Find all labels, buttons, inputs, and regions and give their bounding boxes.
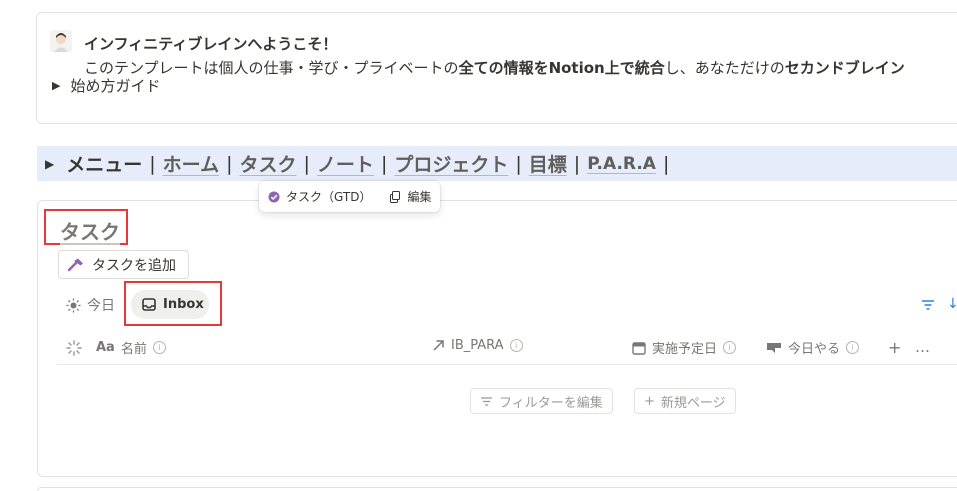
new-page-label: 新規ページ xyxy=(660,395,726,411)
plus-icon: + xyxy=(644,393,655,409)
column-header-scheduled-date[interactable]: 実施予定日 i xyxy=(632,338,737,357)
view-tab-today-label: 今日 xyxy=(87,298,115,314)
add-column-plus-icon: + xyxy=(888,338,902,357)
add-column-button[interactable]: + xyxy=(888,338,901,357)
menu-separator: | xyxy=(303,152,310,175)
filter-icon xyxy=(481,396,492,406)
next-block-edge xyxy=(37,487,957,491)
view-tab-inbox-label: Inbox xyxy=(163,297,204,312)
tooltip-edit-button[interactable]: 編集 xyxy=(407,188,431,205)
column-header-do-today[interactable]: 今日やる i xyxy=(766,338,860,357)
sort-icon[interactable]: ↓ xyxy=(947,296,957,312)
menu-link-notes[interactable]: ノート xyxy=(317,150,374,177)
menu-bar: ▶ メニュー | ホーム | タスク | ノート | プロジェクト | 目標 |… xyxy=(37,146,957,181)
gtd-check-icon xyxy=(268,191,280,202)
column-label-ib-para: IB_PARA xyxy=(451,338,504,353)
menu-separator: | xyxy=(573,152,581,175)
callout-body-text-2: し、あなただけの xyxy=(664,59,785,77)
menu-separator: | xyxy=(662,152,670,175)
filter-icon[interactable] xyxy=(921,298,935,312)
view-tab-today[interactable]: 今日 xyxy=(66,295,115,315)
menu-toggle-arrow-icon[interactable]: ▶ xyxy=(45,157,54,171)
welcome-callout: インフィニティブレインへようこそ！ このテンプレートは個人の仕事・学び・プライベ… xyxy=(36,12,957,124)
info-icon: i xyxy=(509,339,523,352)
guide-toggle[interactable]: ▶ 始め方ガイド xyxy=(52,75,160,96)
rollup-icon xyxy=(767,342,781,353)
table-header-divider xyxy=(57,364,957,365)
add-task-button[interactable]: タスクを追加 xyxy=(58,250,189,279)
callout-title: インフィニティブレインへようこそ！ xyxy=(84,35,338,53)
menu-separator: | xyxy=(515,152,522,175)
sun-icon xyxy=(66,298,81,312)
copy-icon xyxy=(390,190,401,203)
menu-link-goals[interactable]: 目標 xyxy=(529,150,567,177)
edit-filter-button[interactable]: フィルターを編集 xyxy=(470,388,613,414)
info-icon: i xyxy=(723,341,737,354)
column-header-ib-para[interactable]: IB_PARA i xyxy=(432,338,523,353)
menu-link-projects[interactable]: プロジェクト xyxy=(394,150,508,177)
menu-link-home[interactable]: ホーム xyxy=(163,150,219,177)
callout-body: このテンプレートは個人の仕事・学び・プライベートの全ての情報をNotion上で統… xyxy=(84,57,905,78)
more-options-button[interactable]: … xyxy=(915,338,930,356)
hammer-icon xyxy=(68,258,83,271)
calendar-icon xyxy=(632,341,646,355)
inbox-icon xyxy=(142,298,156,311)
menu-link-para[interactable]: P.A.R.A xyxy=(587,154,656,174)
relation-arrow-icon xyxy=(433,340,444,351)
database-title[interactable]: タスク xyxy=(60,216,120,245)
info-icon: i xyxy=(846,341,860,354)
column-header-name[interactable]: Aa 名前 i xyxy=(66,338,166,357)
more-options-icon: … xyxy=(915,338,930,356)
menu-separator: | xyxy=(149,152,156,175)
column-label-name: 名前 xyxy=(120,342,147,357)
title-type-icon: Aa xyxy=(96,340,115,355)
add-task-label: タスクを追加 xyxy=(92,257,176,274)
guide-toggle-label: 始め方ガイド xyxy=(70,77,161,95)
view-tab-inbox[interactable]: Inbox xyxy=(131,290,209,319)
menu-separator: | xyxy=(226,152,233,175)
loading-spinner-icon xyxy=(66,339,82,356)
avatar-icon xyxy=(50,30,72,52)
callout-body-bold-2: セカンドブレイン xyxy=(784,59,905,77)
edit-filter-label: フィルターを編集 xyxy=(499,395,603,411)
menu-separator: | xyxy=(380,152,388,175)
toggle-arrow-icon[interactable]: ▶ xyxy=(52,79,60,92)
callout-body-bold-1: 全ての情報をNotion上で統合 xyxy=(458,59,665,77)
info-icon: i xyxy=(152,341,166,354)
column-label-scheduled-date: 実施予定日 xyxy=(652,342,718,357)
linked-db-tooltip: タスク（GTD） 編集 xyxy=(259,181,441,212)
menu-link-tasks[interactable]: タスク xyxy=(240,150,297,177)
new-page-button[interactable]: + 新規ページ xyxy=(634,388,736,414)
column-label-do-today: 今日やる xyxy=(788,342,841,357)
menu-title: メニュー xyxy=(66,154,143,176)
tooltip-source-link[interactable]: タスク（GTD） xyxy=(286,188,371,205)
